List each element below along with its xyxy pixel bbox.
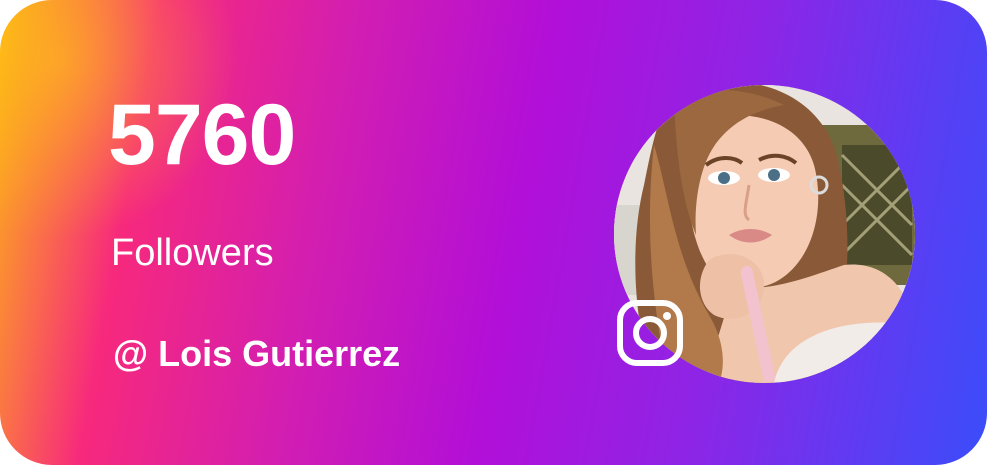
instagram-icon[interactable] [616, 299, 684, 367]
followers-count: 5760 [108, 87, 296, 183]
followers-label: Followers [111, 232, 274, 274]
follower-card: 5760 Followers @ Lois Gutierrez [0, 0, 987, 465]
profile-handle[interactable]: @ Lois Gutierrez [113, 336, 400, 372]
